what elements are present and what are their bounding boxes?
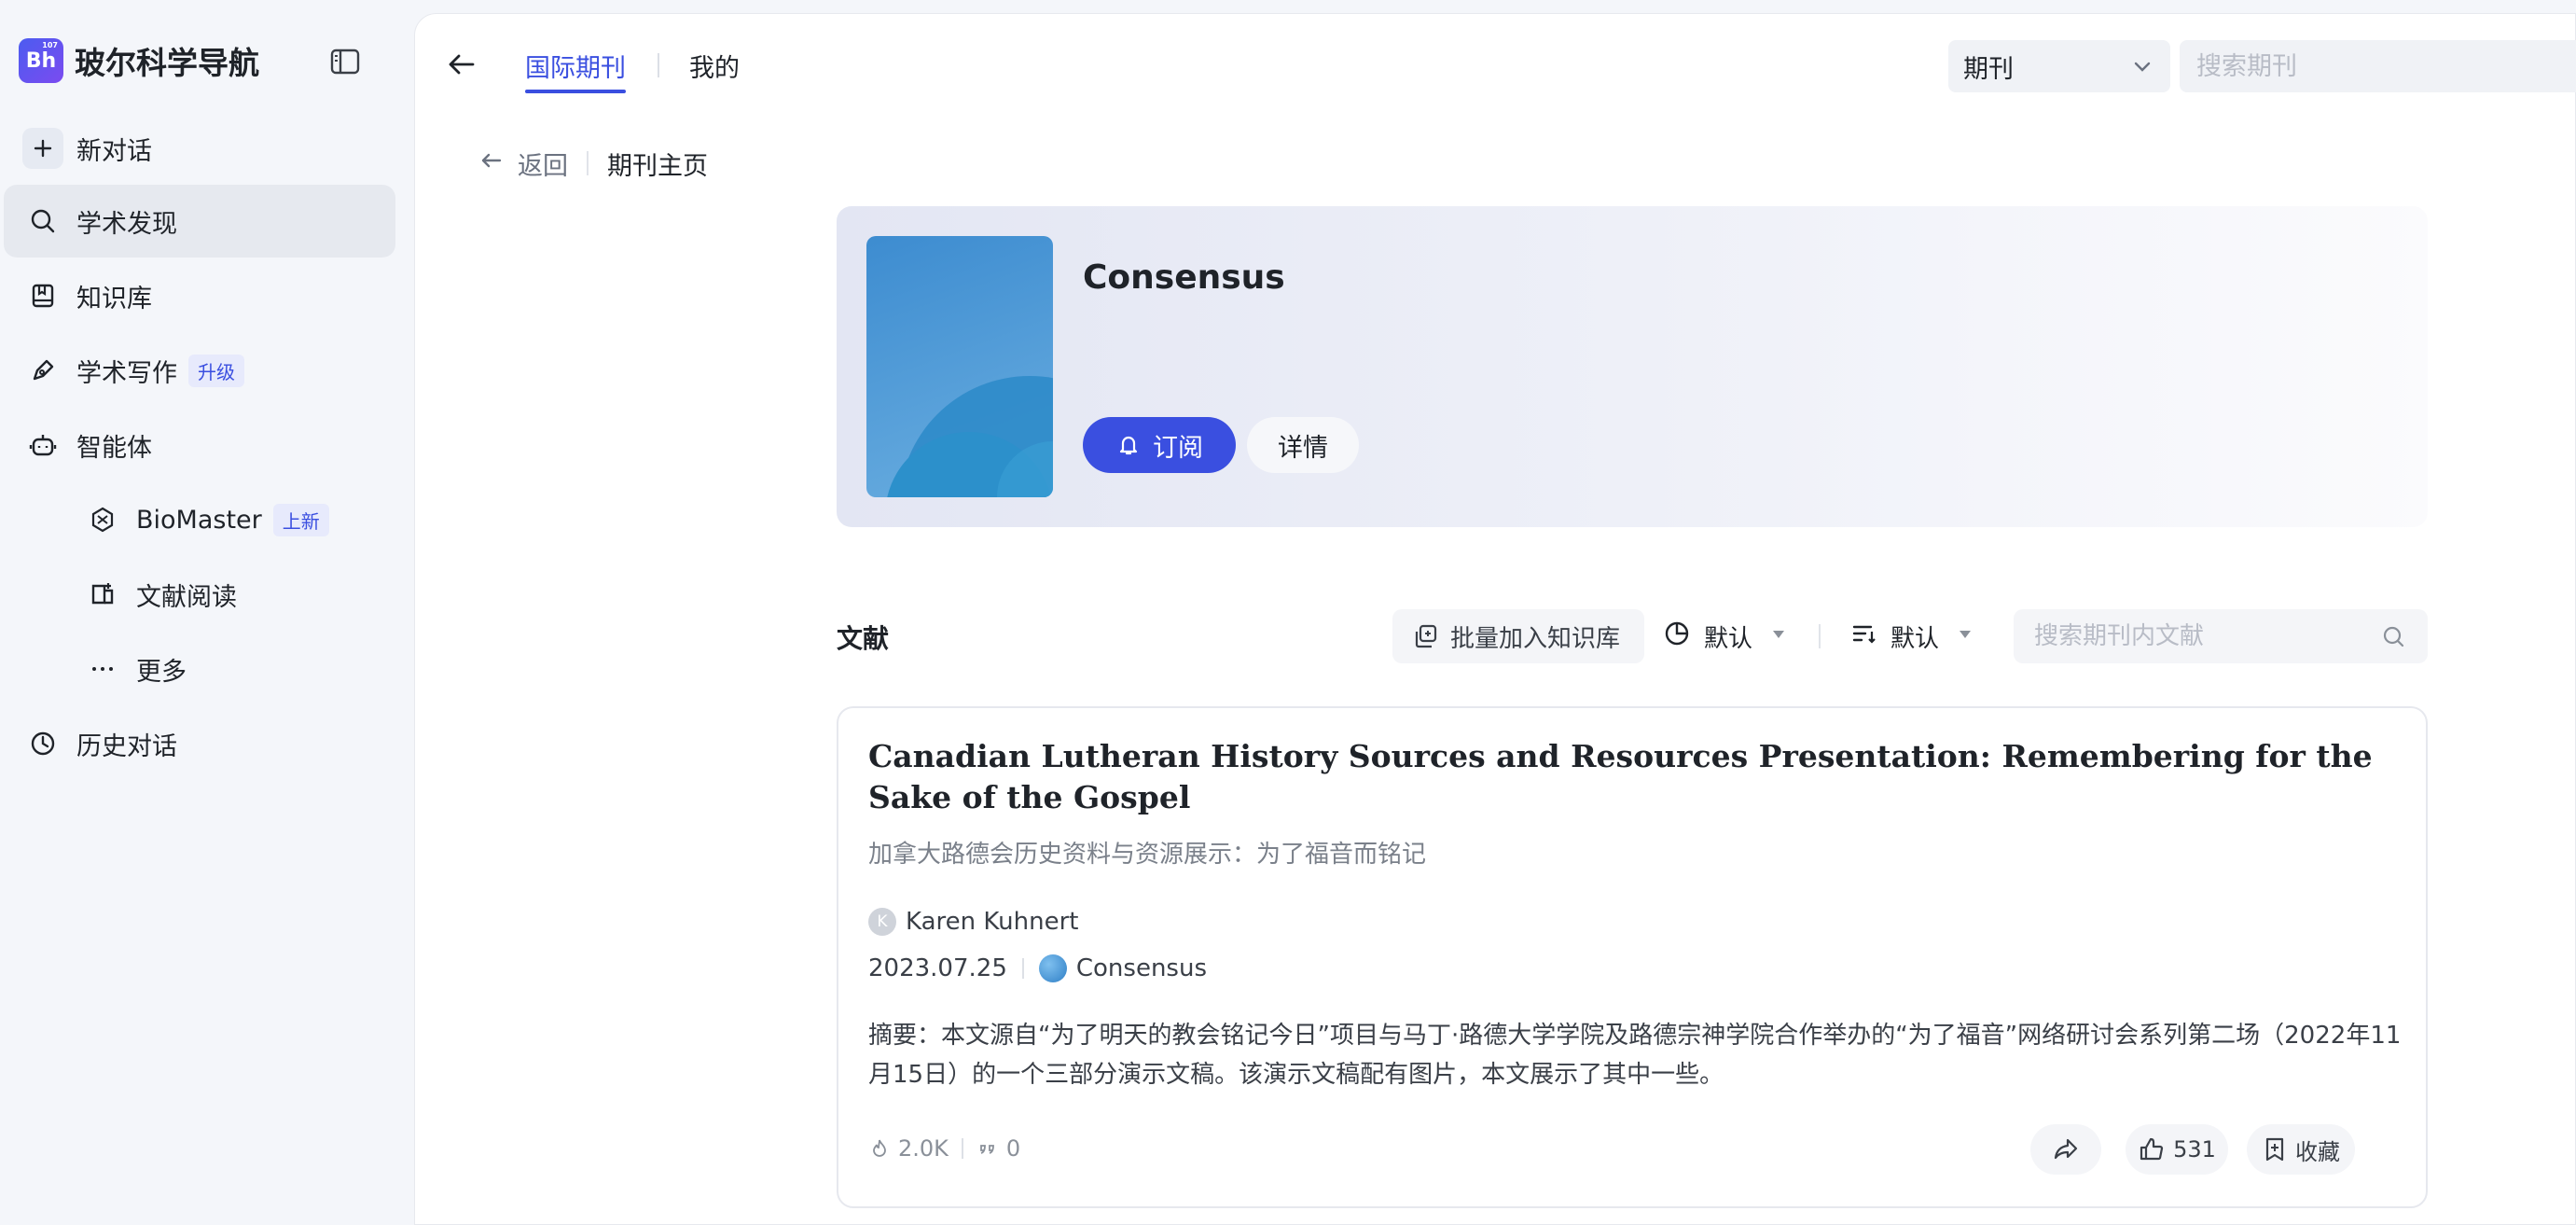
sidebar-item-label: 智能体 [76,433,152,463]
search-type-select[interactable]: 期刊 [1948,40,2170,92]
brand-logo-text: Bh [25,49,57,73]
toolbar-divider [1819,624,1821,648]
chevron-down-icon [2129,53,2155,86]
share-button[interactable] [2030,1124,2101,1175]
upgrade-badge: 升级 [188,354,244,387]
sidebar-item-label: 学术写作 [76,358,177,388]
sidebar-item-label: 历史对话 [76,731,177,761]
topbar: 国际期刊 我的 期刊 [415,14,2576,107]
sidebar-item-literature-reading[interactable]: 文献阅读 [4,558,395,631]
sidebar-toggle-icon[interactable] [328,45,362,78]
breadcrumb-divider [587,151,589,175]
subscribe-button[interactable]: 订阅 [1083,417,1236,473]
article-stats: 2.0K 0 [868,1135,1020,1162]
sidebar-item-label: 新对话 [76,136,152,166]
sidebar-item-label: 学术发现 [76,209,177,239]
journal-search-input[interactable] [2180,40,2576,92]
article-journal[interactable]: Consensus [1076,954,1207,982]
subscribe-label: 订阅 [1153,433,1203,463]
journal-cover [866,236,1053,497]
share-icon [2054,1138,2078,1160]
bookmark-add-icon [2265,1137,2284,1162]
journal-name: Consensus [1083,258,1285,297]
sort-lines-icon [1849,619,1877,654]
sidebar-item-biomaster[interactable]: BioMaster 上新 [4,483,395,556]
sidebar-item-label: 更多 [136,657,187,687]
breadcrumb-current: 期刊主页 [607,151,708,181]
meta-divider [1021,958,1024,979]
brand[interactable]: 107 Bh 玻尔科学导航 [19,37,259,84]
sidebar-item-agents[interactable]: 智能体 [4,409,395,481]
search-type-value: 期刊 [1963,54,2014,84]
sidebar-item-label: 文献阅读 [136,582,237,612]
caret-down-icon [1956,622,1974,650]
like-button[interactable]: 531 [2126,1124,2228,1175]
literature-section-title: 文献 [837,623,890,654]
thumbs-up-icon [2140,1137,2164,1161]
batch-add-knowledge-button[interactable]: 批量加入知识库 [1392,609,1644,663]
sidebar-item-label: 知识库 [76,284,152,313]
citation-count: 0 [1005,1135,1021,1162]
new-badge: 上新 [272,503,329,536]
sidebar-item-label: BioMaster [136,505,262,535]
like-count: 531 [2173,1136,2216,1162]
bell-icon [1119,436,1138,455]
tab-mine[interactable]: 我的 [689,48,740,84]
reader-icon [82,574,123,615]
robot-icon [22,425,63,466]
article-abstract: 摘要：本文源自“为了明天的教会铭记今日”项目与马丁·路德大学学院及路德宗神学院合… [868,1022,2402,1089]
brand-title: 玻尔科学导航 [75,45,259,81]
view-count: 2.0K [898,1135,949,1162]
quote-icon [980,1145,994,1154]
sidebar-item-new-chat[interactable]: 新对话 [4,112,395,185]
author-name: Karen Kuhnert [906,908,1079,936]
caret-down-icon [1769,622,1788,650]
order-sort-dropdown[interactable]: 默认 [1842,609,1991,663]
article-translated-title: 加拿大路德会历史资料与资源展示：为了福音而铭记 [868,841,1427,869]
article-title[interactable]: Canadian Lutheran History Sources and Re… [868,736,2398,818]
batch-add-label: 批量加入知识库 [1450,624,1621,653]
tab-divider [658,53,659,77]
sidebar: 107 Bh 玻尔科学导航 新对话 学术发现 知识库 学术写作 升级 智能体 B… [0,0,414,1225]
flame-icon [873,1139,886,1157]
breadcrumb: 返回 期刊主页 [477,145,708,182]
copy-add-icon [1415,624,1437,648]
journal-globe-icon [1038,954,1067,982]
order-sort-value: 默认 [1890,624,1940,653]
publish-date: 2023.07.25 [868,954,1007,982]
plus-icon [22,128,63,169]
journal-header-card: Consensus 订阅 详情 [837,206,2428,527]
time-sort-dropdown[interactable]: 默认 [1655,609,1805,663]
pen-icon [22,350,63,391]
main-panel: 国际期刊 我的 期刊 返回 期刊主页 Consensus 订阅 详情 文献 批量… [414,13,2576,1225]
article-meta: 2023.07.25 Consensus [868,954,1207,982]
article-author[interactable]: K Karen Kuhnert [868,908,1078,936]
back-arrow-icon[interactable] [443,46,480,83]
literature-search-input[interactable] [2014,609,2428,663]
more-dots-icon [82,648,123,689]
sidebar-item-academic-discovery[interactable]: 学术发现 [4,185,395,258]
article-card[interactable]: Canadian Lutheran History Sources and Re… [837,706,2428,1208]
clock-icon [22,723,63,764]
favorite-label: 收藏 [2295,1138,2340,1165]
detail-button[interactable]: 详情 [1247,417,1359,473]
search-icon [22,201,63,242]
pie-clock-icon [1663,619,1691,654]
sidebar-item-history[interactable]: 历史对话 [4,707,395,780]
sidebar-item-knowledge-base[interactable]: 知识库 [4,259,395,332]
stats-divider [961,1138,963,1159]
tab-international-journals[interactable]: 国际期刊 [525,48,626,93]
avatar: K [868,908,896,936]
back-arrow-small-icon[interactable] [477,146,505,181]
biomaster-icon [82,499,123,540]
time-sort-value: 默认 [1704,624,1753,653]
sidebar-item-academic-writing[interactable]: 学术写作 升级 [4,334,395,407]
favorite-button[interactable]: 收藏 [2247,1124,2355,1175]
book-icon [22,275,63,316]
brand-logo: 107 Bh [19,38,63,83]
search-icon[interactable] [2381,624,2407,654]
brand-logo-small: 107 [42,41,58,49]
back-link[interactable]: 返回 [518,146,568,182]
sidebar-item-more[interactable]: 更多 [4,633,395,705]
